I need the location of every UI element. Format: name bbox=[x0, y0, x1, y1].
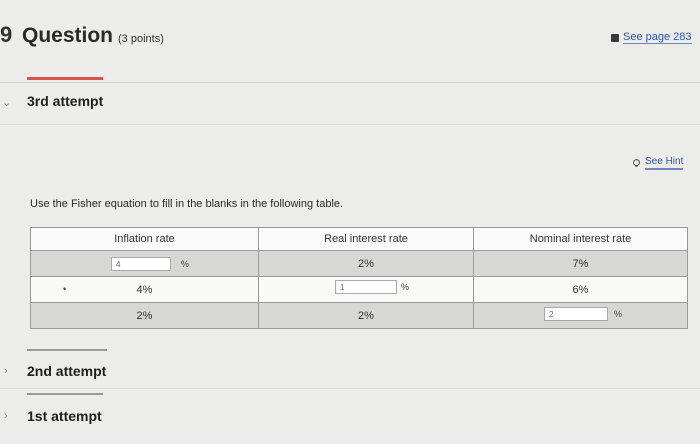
instruction-text: Use the Fisher equation to fill in the b… bbox=[30, 198, 344, 210]
lightbulb-icon bbox=[633, 158, 640, 167]
nominal-input[interactable]: 2 bbox=[544, 307, 608, 321]
table-header-row: Inflation rate Real interest rate Nomina… bbox=[30, 227, 688, 251]
header-inflation: Inflation rate bbox=[30, 227, 259, 251]
header-real: Real interest rate bbox=[258, 227, 474, 251]
fisher-table: Inflation rate Real interest rate Nomina… bbox=[30, 227, 688, 329]
attempt-underline bbox=[27, 349, 107, 351]
cell-nominal: 2 % bbox=[473, 302, 688, 329]
header-nominal: Nominal interest rate bbox=[473, 227, 688, 251]
see-page-label: See page 283 bbox=[623, 31, 692, 44]
nominal-value: 7% bbox=[572, 257, 589, 270]
nominal-unit: % bbox=[614, 309, 623, 319]
attempt-underline bbox=[27, 393, 103, 395]
attempt-1-header[interactable]: 1st attempt bbox=[27, 408, 102, 424]
book-icon bbox=[611, 33, 619, 42]
accent-bar bbox=[27, 77, 103, 80]
attempt-2-header[interactable]: 2nd attempt bbox=[27, 363, 106, 379]
real-input[interactable]: 1 bbox=[335, 280, 397, 294]
row-bullet: • bbox=[63, 284, 67, 294]
question-points: (3 points) bbox=[118, 33, 164, 45]
real-unit: % bbox=[401, 282, 410, 292]
see-hint-link[interactable]: See Hint bbox=[632, 156, 684, 170]
cell-real: 1 % bbox=[258, 276, 474, 303]
see-hint-label: See Hint bbox=[645, 156, 684, 170]
cell-inflation: 4 % bbox=[30, 250, 259, 277]
divider bbox=[0, 124, 700, 125]
inflation-value: 2% bbox=[136, 309, 153, 322]
cell-real: 2% bbox=[258, 302, 474, 329]
see-page-link[interactable]: See page 283 bbox=[611, 31, 692, 44]
table-row: 2% 2% 2 % bbox=[30, 302, 688, 329]
attempt-3-header[interactable]: 3rd attempt bbox=[27, 93, 103, 109]
question-number: 9 bbox=[0, 22, 13, 47]
real-value: 2% bbox=[358, 309, 374, 322]
chevron-down-icon[interactable]: ⌄ bbox=[2, 96, 11, 109]
question-title: Question bbox=[22, 24, 114, 47]
inflation-unit: % bbox=[181, 259, 190, 269]
chevron-right-icon[interactable]: › bbox=[4, 410, 8, 422]
cell-nominal: 7% bbox=[473, 250, 688, 277]
table-row: • 4% 1 % 6% bbox=[30, 276, 688, 303]
divider bbox=[0, 388, 700, 389]
table-row: 4 % 2% 7% bbox=[30, 250, 688, 277]
cell-inflation: • 4% bbox=[30, 276, 259, 303]
divider bbox=[0, 82, 700, 83]
real-value: 2% bbox=[358, 257, 374, 270]
cell-real: 2% bbox=[258, 250, 474, 277]
cell-inflation: 2% bbox=[30, 302, 259, 329]
chevron-right-icon[interactable]: › bbox=[4, 365, 8, 377]
cell-nominal: 6% bbox=[473, 276, 688, 303]
nominal-value: 6% bbox=[572, 283, 589, 296]
inflation-input[interactable]: 4 bbox=[111, 257, 171, 271]
